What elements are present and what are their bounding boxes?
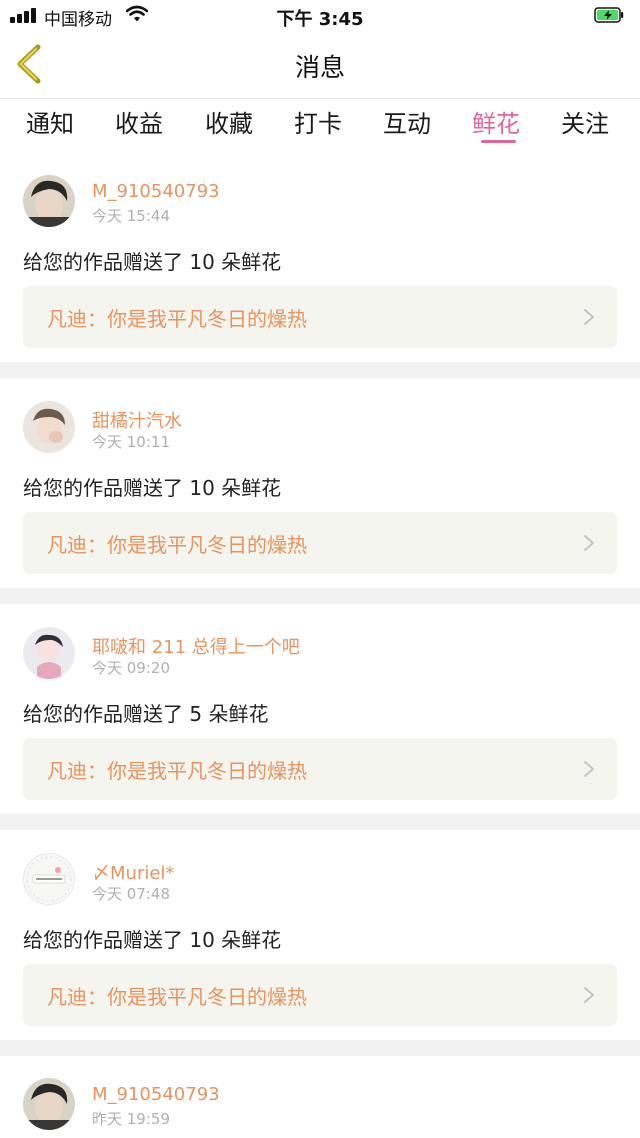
work-link[interactable]: 凡迪：你是我平凡冬日的燥热: [23, 964, 617, 1026]
work-title: 凡迪：你是我平凡冬日的燥热: [47, 759, 307, 783]
gift-message: 给您的作品赠送了 10 朵鲜花: [23, 250, 282, 274]
avatar[interactable]: [23, 853, 75, 905]
notification-card: 甜橘汁汽水 今天 10:11 给您的作品赠送了 10 朵鲜花 凡迪：你是我平凡冬…: [0, 378, 640, 588]
page-title: 消息: [294, 53, 345, 82]
battery-charging-icon: [594, 7, 624, 23]
active-tab-indicator: [481, 140, 516, 143]
work-title: 凡迪：你是我平凡冬日的燥热: [47, 307, 307, 331]
work-link[interactable]: 凡迪：你是我平凡冬日的燥热: [23, 738, 617, 800]
notification-card: 〆Muriel* 今天 07:48 给您的作品赠送了 10 朵鲜花 凡迪：你是我…: [0, 830, 640, 1040]
timestamp: 今天 09:20: [92, 659, 170, 677]
status-time: 下午 3:45: [276, 9, 364, 30]
tab-following[interactable]: 关注: [561, 104, 609, 139]
username[interactable]: 耶啵和 211 总得上一个吧: [92, 633, 300, 659]
avatar[interactable]: [23, 1078, 75, 1130]
tab-interactions[interactable]: 互动: [383, 104, 431, 139]
tab-checkin[interactable]: 打卡: [294, 104, 342, 139]
status-bar: 中国移动 下午 3:45: [0, 0, 640, 31]
tab-bar: 通知 收益 收藏 打卡 互动 鲜花 关注: [0, 99, 640, 152]
avatar[interactable]: [23, 627, 75, 679]
chevron-right-icon: [584, 761, 594, 777]
gift-message: 给您的作品赠送了 10 朵鲜花: [23, 476, 282, 500]
chevron-right-icon: [584, 309, 594, 325]
avatar[interactable]: [23, 401, 75, 453]
username[interactable]: 甜橘汁汽水: [92, 407, 182, 433]
username[interactable]: 〆Muriel*: [92, 859, 174, 885]
chevron-right-icon: [584, 535, 594, 551]
gift-message: 给您的作品赠送了 10 朵鲜花: [23, 928, 282, 952]
chevron-right-icon: [584, 987, 594, 1003]
timestamp: 昨天 19:59: [92, 1110, 170, 1128]
work-title: 凡迪：你是我平凡冬日的燥热: [47, 533, 307, 557]
timestamp: 今天 10:11: [92, 433, 170, 451]
timestamp: 今天 15:44: [92, 207, 170, 225]
notification-card: M_910540793 昨天 19:59: [0, 1056, 640, 1138]
work-link[interactable]: 凡迪：你是我平凡冬日的燥热: [23, 512, 617, 574]
tab-flowers[interactable]: 鲜花: [472, 104, 520, 139]
tab-favorites[interactable]: 收藏: [205, 104, 253, 139]
notification-card: M_910540793 今天 15:44 给您的作品赠送了 10 朵鲜花 凡迪：…: [0, 152, 640, 362]
username[interactable]: M_910540793: [92, 1084, 220, 1105]
gift-message: 给您的作品赠送了 5 朵鲜花: [23, 702, 269, 726]
timestamp: 今天 07:48: [92, 885, 170, 903]
tab-earnings[interactable]: 收益: [115, 104, 163, 139]
nav-bar: 消息: [0, 31, 640, 98]
username[interactable]: M_910540793: [92, 181, 220, 202]
work-title: 凡迪：你是我平凡冬日的燥热: [47, 985, 307, 1009]
work-link[interactable]: 凡迪：你是我平凡冬日的燥热: [23, 286, 617, 348]
notification-card: 耶啵和 211 总得上一个吧 今天 09:20 给您的作品赠送了 5 朵鲜花 凡…: [0, 604, 640, 814]
tab-notifications[interactable]: 通知: [26, 104, 74, 139]
avatar[interactable]: [23, 175, 75, 227]
